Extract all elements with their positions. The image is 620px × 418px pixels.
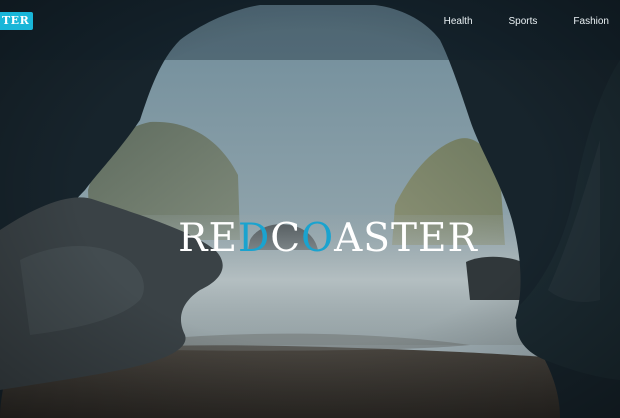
main-nav: Health Sports Fashion [444, 15, 609, 29]
hero-cave-image [0, 0, 620, 418]
brand-part-aster: ASTER [334, 216, 478, 262]
nav-link-health[interactable]: Health [444, 15, 473, 29]
brand-part-re: RE [178, 216, 238, 262]
hero-section: TER Health Sports Fashion REDCOASTER [0, 0, 620, 418]
hero-brand-title: REDCOASTER [0, 216, 620, 262]
nav-link-sports[interactable]: Sports [509, 15, 538, 29]
top-navbar: TER Health Sports Fashion [0, 0, 620, 44]
brand-part-c: C [270, 216, 302, 262]
nav-link-fashion[interactable]: Fashion [573, 15, 609, 29]
site-logo[interactable]: TER [0, 12, 34, 30]
brand-part-d-accent: D [238, 216, 271, 262]
brand-part-o-accent: O [301, 216, 335, 262]
